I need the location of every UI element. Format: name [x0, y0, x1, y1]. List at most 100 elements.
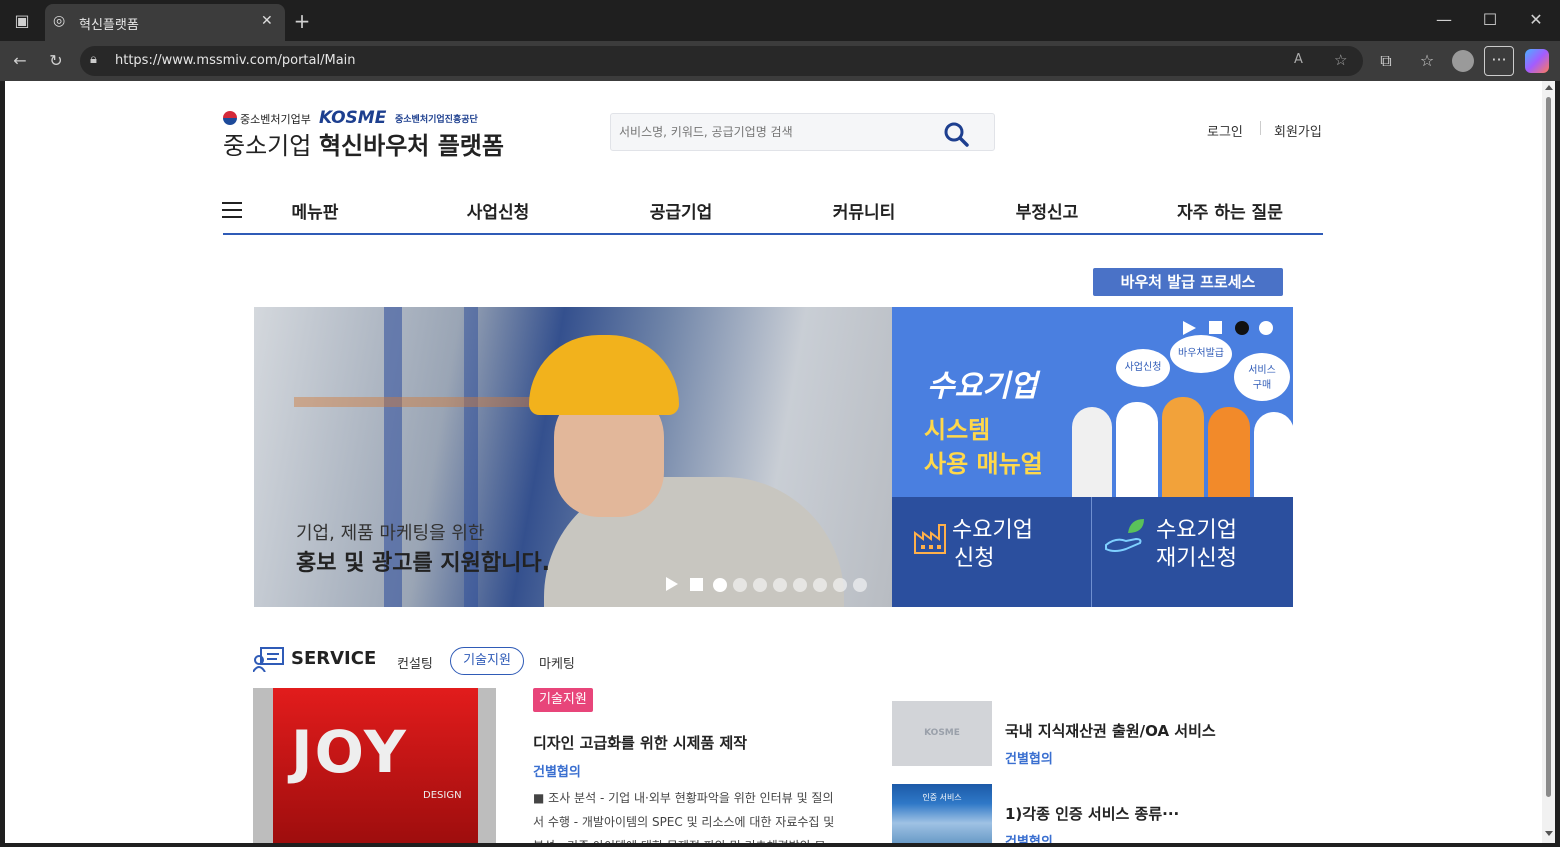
kosme-logo: KOSME	[319, 108, 387, 128]
hero-caption-line2: 홍보 및 광고를 지원합니다.	[296, 551, 550, 576]
browser-tab-bar: ▣ ◎ 혁신플랫폼 ✕ + — ☐ ✕	[0, 0, 1560, 41]
header-divider	[1260, 121, 1261, 135]
page-scrollbar[interactable]	[1542, 81, 1555, 843]
hero-slider[interactable]: 기업, 제품 마케팅을 위한 홍보 및 광고를 지원합니다.	[254, 307, 892, 607]
slider-play-icon[interactable]	[666, 577, 678, 591]
ministry-emblem-icon	[223, 111, 237, 125]
kosme-name: 중소벤처기업진흥공단	[395, 115, 478, 125]
signup-link[interactable]: 회원가입	[1274, 121, 1322, 140]
apply-button-line2: 신청	[954, 546, 995, 571]
globe-icon: ◎	[53, 13, 66, 29]
search-icon[interactable]	[943, 121, 969, 147]
person-figure	[1116, 402, 1158, 497]
nav-item-report[interactable]: 부정신고	[967, 198, 1127, 223]
copilot-icon[interactable]	[1525, 49, 1549, 73]
hero-slider-dot[interactable]	[833, 578, 847, 592]
search-box	[610, 113, 995, 151]
browser-toolbar: ← ↻ 🔒︎ https://www.mssmiv.com/portal/Mai…	[0, 41, 1560, 81]
ministry-name: 중소벤처기업부	[240, 113, 311, 126]
list-item-thumbnail[interactable]: 인증 서비스	[892, 784, 992, 843]
search-input[interactable]	[619, 122, 939, 142]
list-item-thumbnail[interactable]: KOSME	[892, 701, 992, 766]
side-banner[interactable]: 수요기업 시스템 사용 매뉴얼 사업신청 바우처발급 서비스 구매	[892, 307, 1293, 497]
list-item-title[interactable]: 국내 지식재산권 출원/OA 서비스	[1005, 720, 1216, 741]
service-heading: SERVICE	[291, 648, 377, 669]
featured-description: ■ 조사 분석 - 기업 내·외부 현황파악을 위한 인터뷰 및 질의 서 수행…	[533, 786, 858, 843]
extensions-icon[interactable]: ⧉	[1376, 51, 1396, 71]
reapply-button-line2: 재기신청	[1156, 546, 1237, 571]
list-item-price: 건별협의	[1005, 752, 1053, 767]
reapply-button-text: 수요기업 재기신청	[1156, 517, 1237, 573]
close-window-icon[interactable]: ✕	[1526, 10, 1546, 30]
hero-slider-dot[interactable]	[813, 578, 827, 592]
nav-item-apply[interactable]: 사업신청	[418, 198, 578, 223]
apply-demand-company-button[interactable]: 수요기업 신청	[892, 497, 1091, 607]
reapply-button-line1: 수요기업	[1156, 518, 1237, 543]
slider-stop-icon[interactable]	[690, 578, 703, 591]
more-options-icon[interactable]: ···	[1484, 46, 1514, 76]
sidebar-toggle-icon[interactable]: ▣	[12, 11, 32, 31]
browser-tab[interactable]: ◎ 혁신플랫폼 ✕	[45, 4, 285, 41]
banner-play-icon[interactable]	[1183, 321, 1196, 335]
refresh-icon[interactable]: ↻	[46, 51, 66, 71]
scroll-up-arrow-icon[interactable]	[1545, 85, 1553, 90]
nav-underline	[223, 233, 1323, 235]
hero-slider-dot[interactable]	[753, 578, 767, 592]
new-tab-icon[interactable]: +	[292, 11, 312, 31]
page-viewport: 중소벤처기업부 KOSME 중소벤처기업진흥공단 중소기업 혁신바우처 플랫폼 …	[5, 81, 1542, 843]
favorite-star-icon[interactable]: ☆	[1334, 51, 1347, 69]
tab-title: 혁신플랫폼	[79, 18, 139, 33]
favorites-icon[interactable]: ☆	[1417, 51, 1437, 71]
url-text: https://www.mssmiv.com/portal/Main	[115, 53, 356, 68]
scroll-thumb[interactable]	[1546, 97, 1551, 797]
profile-avatar-icon[interactable]	[1452, 50, 1474, 72]
close-tab-icon[interactable]: ✕	[261, 13, 273, 29]
banner-stop-icon[interactable]	[1209, 321, 1222, 334]
service-tab-marketing[interactable]: 마케팅	[539, 653, 575, 672]
featured-title[interactable]: 디자인 고급화를 위한 시제품 제작	[533, 732, 747, 753]
maximize-icon[interactable]: ☐	[1480, 10, 1500, 30]
person-figure	[1162, 397, 1204, 497]
nav-item-community[interactable]: 커뮤니티	[784, 198, 944, 223]
reapply-demand-company-button[interactable]: 수요기업 재기신청	[1092, 497, 1293, 607]
featured-price: 건별협의	[533, 765, 581, 780]
apply-button-line1: 수요기업	[952, 518, 1033, 543]
back-icon[interactable]: ←	[10, 51, 30, 71]
hero-slider-dot[interactable]	[853, 578, 867, 592]
hero-slider-dot[interactable]	[793, 578, 807, 592]
list-item-title[interactable]: 1)각종 인증 서비스 종류···	[1005, 803, 1179, 824]
scroll-down-arrow-icon[interactable]	[1545, 831, 1553, 836]
site-title-main: 혁신바우처 플랫폼	[318, 132, 504, 160]
read-aloud-icon[interactable]: A	[1294, 52, 1303, 67]
site-title[interactable]: 중소기업 혁신바우처 플랫폼	[223, 126, 504, 161]
hero-slider-dot[interactable]	[733, 578, 747, 592]
hero-slider-dot[interactable]	[713, 578, 727, 592]
banner-dot-2[interactable]	[1259, 321, 1273, 335]
minimize-icon[interactable]: —	[1434, 10, 1454, 30]
address-bar[interactable]: 🔒︎ https://www.mssmiv.com/portal/Main A …	[80, 46, 1363, 76]
apply-button-text: 수요기업 신청	[952, 517, 1033, 573]
factory-icon	[914, 524, 946, 554]
nav-item-faq[interactable]: 자주 하는 질문	[1150, 198, 1310, 223]
hard-hat-icon	[529, 335, 679, 415]
hero-slider-dot[interactable]	[773, 578, 787, 592]
design-sign-text: DESIGN	[423, 790, 462, 801]
service-tab-tech-support[interactable]: 기술지원	[450, 647, 524, 675]
site-title-prefix: 중소기업	[223, 132, 312, 160]
hand-leaf-icon	[1105, 519, 1144, 552]
service-tab-consulting[interactable]: 컨설팅	[397, 653, 433, 672]
service-icon	[253, 647, 284, 672]
person-figure	[1254, 412, 1293, 497]
banner-title3: 사용 매뉴얼	[924, 450, 1043, 478]
hero-caption-line1: 기업, 제품 마케팅을 위한	[296, 523, 485, 544]
banner-dot-1[interactable]	[1235, 321, 1249, 335]
featured-desc-line1: ■ 조사 분석 - 기업 내·외부 현황파악을 위한 인터뷰 및 질의	[533, 791, 834, 805]
person-figure	[1072, 407, 1112, 497]
nav-item-suppliers[interactable]: 공급기업	[601, 198, 761, 223]
bubble-service-line1: 서비스	[1248, 365, 1276, 376]
voucher-process-button[interactable]: 바우처 발급 프로세스	[1093, 268, 1283, 296]
list-item-price: 건별협의	[1005, 835, 1053, 843]
nav-item-menu[interactable]: 메뉴판	[235, 198, 395, 223]
featured-service-image[interactable]: JOY DESIGN	[253, 688, 496, 843]
login-link[interactable]: 로그인	[1207, 121, 1243, 140]
